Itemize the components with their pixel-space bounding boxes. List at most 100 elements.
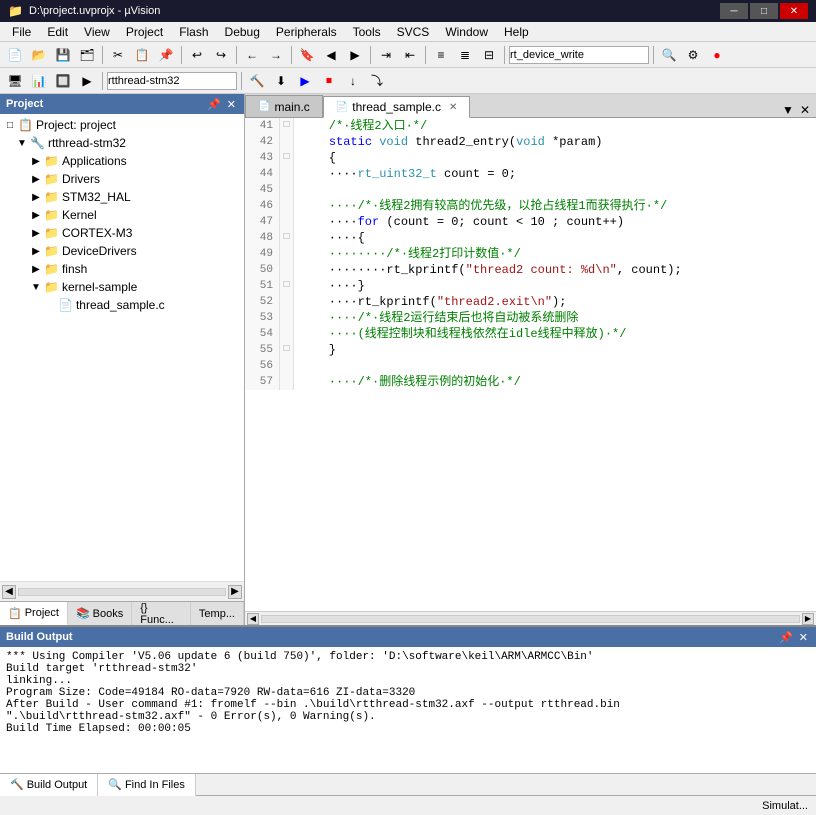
menu-peripherals[interactable]: Peripherals xyxy=(268,22,345,42)
tree-rtthread[interactable]: ▼ 🔧 rtthread-stm32 xyxy=(0,134,244,152)
target-combo[interactable] xyxy=(107,72,237,90)
next-bookmark-btn[interactable]: ▶ xyxy=(344,45,366,65)
tree-kernelsample[interactable]: ▼ 📁 kernel-sample xyxy=(0,278,244,296)
tab-build-output[interactable]: 🔨 Build Output xyxy=(0,774,98,796)
menu-file[interactable]: File xyxy=(4,22,39,42)
tree-drivers[interactable]: ▶ 📁 Drivers xyxy=(0,170,244,188)
settings-btn[interactable]: ⚙ xyxy=(682,45,704,65)
scroll-right-btn[interactable]: ▶ xyxy=(802,613,814,625)
horizontal-scrollbar[interactable] xyxy=(18,588,226,596)
indent-btn[interactable]: ⇥ xyxy=(375,45,397,65)
panel-pin-button[interactable]: 📌 xyxy=(205,98,223,111)
search-btn[interactable]: 🔍 xyxy=(658,45,680,65)
load-btn[interactable]: ⬇ xyxy=(270,71,292,91)
scroll-right-btn[interactable]: ▶ xyxy=(228,585,242,599)
debug-start-btn[interactable]: ▶ xyxy=(294,71,316,91)
line-toggle[interactable] xyxy=(280,374,294,390)
step-over-btn[interactable]: ⤵ xyxy=(366,71,388,91)
tb2-btn1[interactable]: 🖥 xyxy=(4,71,26,91)
window-controls[interactable]: ─ □ ✕ xyxy=(720,3,808,19)
tab-project[interactable]: 📋 Project xyxy=(0,602,68,625)
menu-project[interactable]: Project xyxy=(118,22,171,42)
new-file-btn[interactable]: 📄 xyxy=(4,45,26,65)
red-circle-btn[interactable]: ● xyxy=(706,45,728,65)
menu-window[interactable]: Window xyxy=(437,22,496,42)
build-close-btn[interactable]: ✕ xyxy=(797,631,810,644)
maximize-button[interactable]: □ xyxy=(750,3,778,19)
scroll-left-btn[interactable]: ◀ xyxy=(2,585,16,599)
line-toggle[interactable] xyxy=(280,182,294,198)
nav-back-btn[interactable]: ← xyxy=(241,45,263,65)
outdent-btn[interactable]: ⇤ xyxy=(399,45,421,65)
line-toggle[interactable] xyxy=(280,358,294,374)
tree-finsh[interactable]: ▶ 📁 finsh xyxy=(0,260,244,278)
prev-bookmark-btn[interactable]: ◀ xyxy=(320,45,342,65)
align2-btn[interactable]: ≣ xyxy=(454,45,476,65)
line-toggle[interactable]: □ xyxy=(280,278,294,294)
tab-temp[interactable]: Temp... xyxy=(191,602,244,625)
editor-close-btn[interactable]: ✕ xyxy=(798,103,812,117)
line-toggle[interactable] xyxy=(280,246,294,262)
code-editor[interactable]: 41 □ /*·线程2入口·*/ 42 static void thread2_… xyxy=(245,118,816,611)
debug-stop-btn[interactable]: ⏹ xyxy=(318,71,340,91)
cut-btn[interactable]: ✂ xyxy=(107,45,129,65)
align3-btn[interactable]: ⊟ xyxy=(478,45,500,65)
line-toggle[interactable] xyxy=(280,326,294,342)
tree-root[interactable]: □ 📋 Project: project xyxy=(0,116,244,134)
tb2-btn4[interactable]: ▶ xyxy=(76,71,98,91)
tab-func[interactable]: {} Func... xyxy=(132,602,191,625)
build-btn[interactable]: 🔨 xyxy=(246,71,268,91)
undo-btn[interactable]: ↩ xyxy=(186,45,208,65)
editor-tab-main[interactable]: 📄 main.c xyxy=(245,95,323,117)
tb2-btn3[interactable]: 🔲 xyxy=(52,71,74,91)
tree-devicedrivers[interactable]: ▶ 📁 DeviceDrivers xyxy=(0,242,244,260)
line-toggle[interactable] xyxy=(280,198,294,214)
save-btn[interactable]: 💾 xyxy=(52,45,74,65)
redo-btn[interactable]: ↪ xyxy=(210,45,232,65)
step-btn[interactable]: ↓ xyxy=(342,71,364,91)
tree-stm32hal[interactable]: ▶ 📁 STM32_HAL xyxy=(0,188,244,206)
copy-btn[interactable]: 📋 xyxy=(131,45,153,65)
menu-debug[interactable]: Debug xyxy=(217,22,268,42)
line-toggle[interactable] xyxy=(280,310,294,326)
minimize-button[interactable]: ─ xyxy=(720,3,748,19)
line-toggle[interactable]: □ xyxy=(280,342,294,358)
tb2-btn2[interactable]: 📊 xyxy=(28,71,50,91)
tree-threadsample[interactable]: 📄 thread_sample.c ➜ xyxy=(0,296,244,314)
editor-pin-btn[interactable]: ▼ xyxy=(780,103,796,117)
line-toggle[interactable] xyxy=(280,214,294,230)
line-toggle[interactable] xyxy=(280,294,294,310)
code-horizontal-scrollbar[interactable] xyxy=(261,615,800,623)
close-button[interactable]: ✕ xyxy=(780,3,808,19)
tree-cortexm3[interactable]: ▶ 📁 CORTEX-M3 xyxy=(0,224,244,242)
function-combo[interactable] xyxy=(509,46,649,64)
editor-tab-close[interactable]: ✕ xyxy=(449,102,457,113)
menu-tools[interactable]: Tools xyxy=(345,22,389,42)
panel-close-button[interactable]: ✕ xyxy=(225,98,238,111)
tree-applications[interactable]: ▶ 📁 Applications xyxy=(0,152,244,170)
tree-kernel[interactable]: ▶ 📁 Kernel xyxy=(0,206,244,224)
line-toggle[interactable] xyxy=(280,134,294,150)
line-toggle[interactable] xyxy=(280,262,294,278)
bookmark-btn[interactable]: 🔖 xyxy=(296,45,318,65)
line-toggle[interactable]: □ xyxy=(280,150,294,166)
build-pin-btn[interactable]: 📌 xyxy=(777,631,795,644)
tab-find-files[interactable]: 🔍 Find In Files xyxy=(98,774,196,796)
nav-fwd-btn[interactable]: → xyxy=(265,45,287,65)
tab-books[interactable]: 📚 Books xyxy=(68,602,132,625)
menu-help[interactable]: Help xyxy=(496,22,537,42)
menu-view[interactable]: View xyxy=(76,22,118,42)
editor-tab-threadsample[interactable]: 📄 thread_sample.c ✕ xyxy=(323,96,471,118)
paste-btn[interactable]: 📌 xyxy=(155,45,177,65)
code-hscrollbar[interactable]: ◀ ▶ xyxy=(245,611,816,625)
align-btn[interactable]: ≡ xyxy=(430,45,452,65)
menu-flash[interactable]: Flash xyxy=(171,22,216,42)
menu-edit[interactable]: Edit xyxy=(39,22,76,42)
open-file-btn[interactable]: 📂 xyxy=(28,45,50,65)
line-toggle[interactable] xyxy=(280,166,294,182)
line-toggle[interactable]: □ xyxy=(280,118,294,134)
line-toggle[interactable]: □ xyxy=(280,230,294,246)
menu-svcs[interactable]: SVCS xyxy=(389,22,438,42)
scroll-left-btn[interactable]: ◀ xyxy=(247,613,259,625)
save-all-btn[interactable]: 🗂 xyxy=(76,45,98,65)
